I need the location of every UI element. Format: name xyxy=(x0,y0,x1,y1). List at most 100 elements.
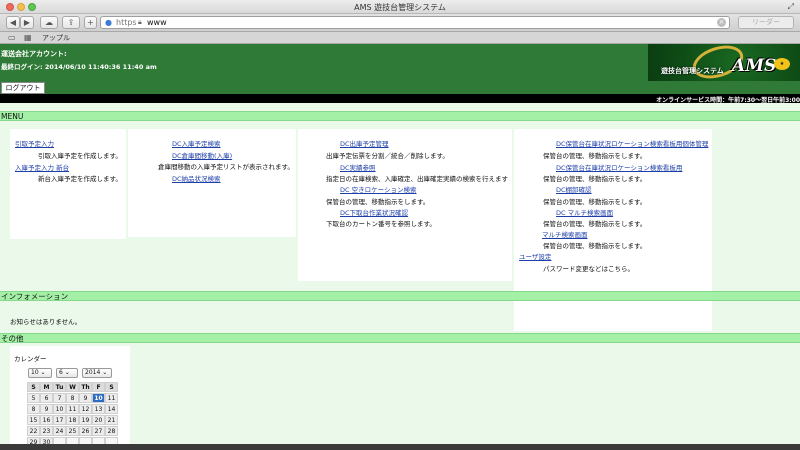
calendar-day[interactable]: 13 xyxy=(92,404,105,414)
calendar-day[interactable]: 21 xyxy=(105,415,118,425)
menu-link[interactable]: ユーザ設定 xyxy=(519,251,551,261)
icloud-icon[interactable]: ☁ xyxy=(40,16,58,29)
week-select[interactable]: 6 ⌄ xyxy=(56,368,78,378)
menu-desc: 保管台の管理、移動指示をします。 xyxy=(543,242,647,250)
calendar-day[interactable]: 12 xyxy=(79,404,92,414)
menu-desc: 保管台の管理、移動指示をします。 xyxy=(326,198,430,206)
calendar-day[interactable]: 28 xyxy=(105,426,118,436)
browser-toolbar: ◀ ▶ ☁ ⇪ + ● https 🔒︎ www × リーダー xyxy=(0,14,800,32)
month-select[interactable]: 10 ⌄ xyxy=(28,368,52,378)
bookmark-apple[interactable]: アップル xyxy=(42,33,70,43)
calendar-day[interactable]: 25 xyxy=(66,426,79,436)
calendar-label: カレンダー xyxy=(14,355,47,363)
menu-link[interactable]: DC保管台在庫状況ロケーション検索看板用個体管理 xyxy=(556,138,708,148)
account-label: 運送会社アカウント: xyxy=(1,50,67,58)
calendar-day[interactable]: 17 xyxy=(53,415,66,425)
calendar-day[interactable]: 9 xyxy=(40,404,53,414)
calendar-day[interactable]: 9 xyxy=(79,393,92,403)
calendar-day[interactable]: 10 xyxy=(92,393,105,403)
menu-heading: MENU xyxy=(0,111,800,121)
calendar-day[interactable]: 11 xyxy=(105,393,118,403)
address-bar[interactable]: ● https 🔒︎ www × xyxy=(100,16,730,29)
book-icon[interactable]: ▭ xyxy=(8,33,16,42)
info-message: お知らせはありません。 xyxy=(10,318,82,326)
menu-desc: 倉庫間移動の入庫予定リストが表示されます。 xyxy=(158,163,294,171)
menu-desc: 下取台のカートン番号を参照します。 xyxy=(326,220,436,228)
menu-card-2: DC入庫予定検索 DC倉庫間移動(入庫) 倉庫間移動の入庫予定リストが表示されま… xyxy=(128,129,296,237)
menu-link[interactable]: 入庫予定入力 新台 xyxy=(15,162,69,172)
menu-link[interactable]: DC実績参照 xyxy=(340,162,376,172)
calendar-weekday: S xyxy=(27,382,40,392)
window-title: AMS 遊技台管理システム xyxy=(354,3,446,12)
other-heading: その他 xyxy=(0,333,800,343)
menu-link[interactable]: DC棚卸確認 xyxy=(556,184,592,194)
calendar-day[interactable]: 22 xyxy=(27,426,40,436)
fullscreen-icon[interactable]: ⤢ xyxy=(788,2,794,12)
menu-desc: 保管台の管理、移動指示をします。 xyxy=(543,220,647,228)
logo-mark: AMS xyxy=(732,56,777,76)
url-scheme: https xyxy=(116,18,137,27)
last-login: 最終ログイン: 2014/06/10 11:40:36 11:40 am xyxy=(1,63,157,71)
calendar-day[interactable]: 6 xyxy=(40,393,53,403)
calendar-day[interactable]: 19 xyxy=(79,415,92,425)
menu-link[interactable]: DC マルチ検索画面 xyxy=(556,207,613,217)
reader-button[interactable]: リーダー xyxy=(738,16,794,29)
menu-link[interactable]: DC倉庫間移動(入庫) xyxy=(172,150,232,160)
calendar-day[interactable]: 5 xyxy=(27,393,40,403)
calendar-day[interactable]: 16 xyxy=(40,415,53,425)
lock-icon: 🔒︎ xyxy=(138,18,142,26)
forward-button[interactable]: ▶ xyxy=(20,16,34,29)
menu-link[interactable]: DC入庫予定検索 xyxy=(172,138,221,148)
calendar-day[interactable]: 11 xyxy=(66,404,79,414)
grid-icon[interactable]: ▦ xyxy=(24,33,32,42)
menu-desc: 引取入庫予定を作成します。 xyxy=(38,152,122,160)
menu-link[interactable]: DC保管台在庫状況ロケーション検索看板用 xyxy=(556,162,682,172)
calendar-weekday: F xyxy=(92,382,105,392)
menu-link[interactable]: DC下取台作業状況確認 xyxy=(340,207,408,217)
bookmarks-bar: ▭ ▦ アップル xyxy=(0,32,800,44)
calendar-weekday: Tu xyxy=(53,382,66,392)
url-host: www xyxy=(147,18,167,27)
calendar-day[interactable]: 18 xyxy=(66,415,79,425)
calendar-day[interactable]: 26 xyxy=(79,426,92,436)
menu-link[interactable]: DC出庫予定管理 xyxy=(340,138,389,148)
menu-desc: 指定日の在庫検索、入庫確定、出庫確定実績の検索を行えます xyxy=(326,175,508,183)
window-bottom-edge xyxy=(0,444,800,450)
year-select[interactable]: 2014 ⌄ xyxy=(82,368,112,378)
menu-desc: 新台入庫予定を作成します。 xyxy=(38,175,122,183)
week-value: 6 xyxy=(59,369,63,376)
calendar-day[interactable]: 8 xyxy=(66,393,79,403)
calendar-day[interactable]: 10 xyxy=(53,404,66,414)
menu-desc: 保管台の管理、移動指示をします。 xyxy=(543,175,647,183)
back-button[interactable]: ◀ xyxy=(6,16,20,29)
menu-link[interactable]: DC 空きロケーション検索 xyxy=(340,184,416,194)
menu-link[interactable]: 引取予定入力 xyxy=(15,138,54,148)
logout-button[interactable]: ログアウト xyxy=(1,82,45,94)
calendar-day[interactable]: 23 xyxy=(40,426,53,436)
calendar-day[interactable]: 27 xyxy=(92,426,105,436)
calendar-day[interactable]: 14 xyxy=(105,404,118,414)
menu-desc: 保管台の管理、移動指示をします。 xyxy=(543,198,647,206)
menu-desc: 保管台の管理、移動指示をします。 xyxy=(543,152,647,160)
service-hours: オンラインサービス時間：午前7:30〜翌日午前3:00 xyxy=(656,97,800,104)
menu-desc: 出庫予定伝票を分割／統合／削除します。 xyxy=(326,152,449,160)
calendar-day[interactable]: 24 xyxy=(53,426,66,436)
clear-url-icon[interactable]: × xyxy=(717,18,726,27)
share-icon[interactable]: ⇪ xyxy=(62,16,80,29)
menu-link[interactable]: DC納品状況検索 xyxy=(172,173,221,183)
logo-badge-icon: ★ xyxy=(774,58,790,70)
new-tab-button[interactable]: + xyxy=(84,16,97,29)
menu-card-1: 引取予定入力 引取入庫予定を作成します。 入庫予定入力 新台 新台入庫予定を作成… xyxy=(10,129,126,239)
menu-card-3: DC出庫予定管理 出庫予定伝票を分割／統合／削除します。 DC実績参照 指定日の… xyxy=(298,129,512,281)
calendar-weekday: M xyxy=(40,382,53,392)
calendar-day[interactable]: 7 xyxy=(53,393,66,403)
window-titlebar: AMS 遊技台管理システム ⤢ xyxy=(0,0,800,14)
page-content: 運送会社アカウント: 最終ログイン: 2014/06/10 11:40:36 1… xyxy=(0,44,800,450)
logo-text: 遊技台管理システム xyxy=(661,67,724,75)
calendar-day[interactable]: 20 xyxy=(92,415,105,425)
calendar-weekday: S xyxy=(105,382,118,392)
menu-link[interactable]: マルチ検索画面 xyxy=(542,229,588,239)
calendar-day[interactable]: 15 xyxy=(27,415,40,425)
calendar-day[interactable]: 8 xyxy=(27,404,40,414)
month-value: 10 xyxy=(31,369,39,376)
